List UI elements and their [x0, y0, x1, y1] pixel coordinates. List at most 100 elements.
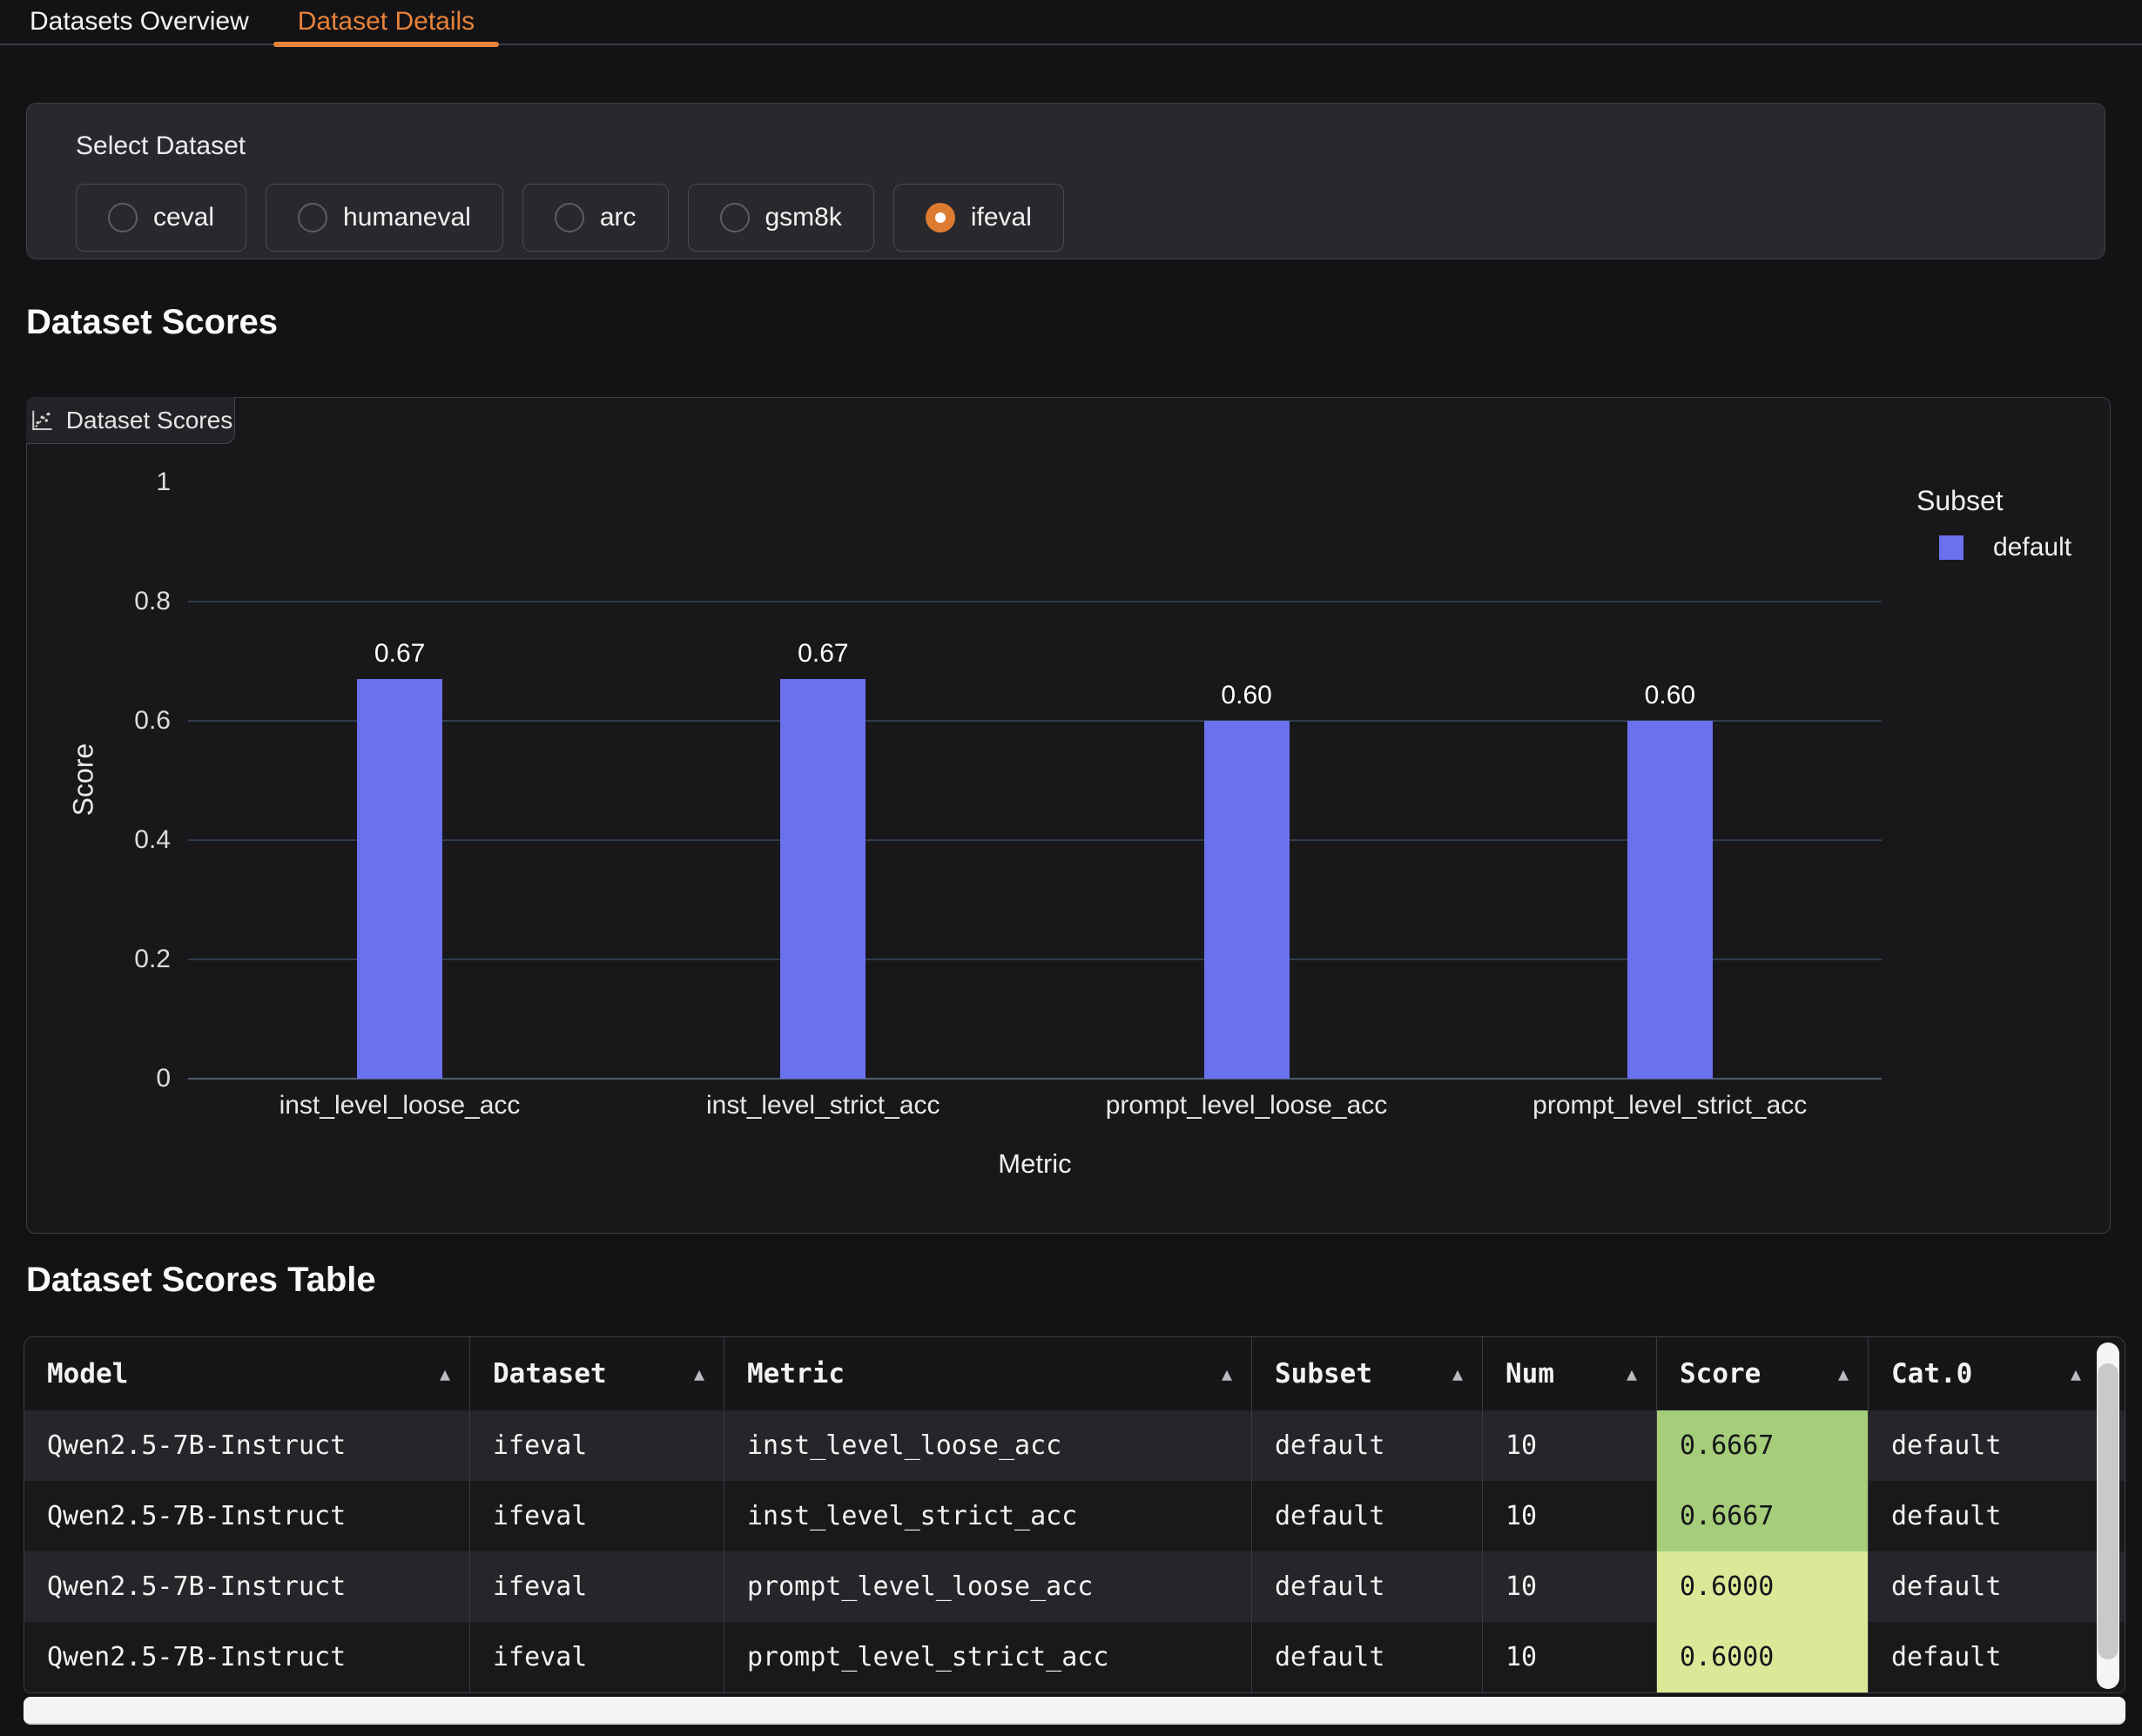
dataset-radio-ceval[interactable]: ceval	[76, 184, 246, 252]
x-axis-title: Metric	[188, 1148, 1882, 1180]
dataset-scores-table: Model▲Dataset▲Metric▲Subset▲Num▲Score▲Ca…	[24, 1336, 2125, 1693]
chart-panel-tab-label: Dataset Scores	[66, 407, 232, 434]
dataset-radio-arc[interactable]: arc	[522, 184, 669, 252]
table-row: Qwen2.5-7B-Instructifevalprompt_level_lo…	[24, 1551, 2125, 1622]
column-header-label: Cat.0	[1891, 1358, 1972, 1389]
dataset-radio-gsm8k[interactable]: gsm8k	[688, 184, 874, 252]
table-row: Qwen2.5-7B-Instructifevalinst_level_loos…	[24, 1410, 2125, 1481]
column-header-label: Num	[1505, 1358, 1554, 1389]
y-tick-label: 0.8	[31, 587, 171, 616]
sort-asc-icon: ▲	[1838, 1363, 1849, 1384]
cell-score: 0.6667	[1657, 1481, 1869, 1551]
column-header-cat-0[interactable]: Cat.0 ▲	[1869, 1337, 2100, 1410]
cell-dataset: ifeval	[470, 1551, 724, 1622]
cell-score: 0.6000	[1657, 1622, 1869, 1692]
x-tick-label-prompt-level-loose-acc: prompt_level_loose_acc	[1035, 1091, 1458, 1120]
radio-label: ifeval	[971, 203, 1032, 232]
column-header-label: Dataset	[493, 1358, 607, 1389]
column-header-label: Metric	[747, 1358, 845, 1389]
dataset-scores-table-heading: Dataset Scores Table	[26, 1261, 376, 1300]
bar-inst-level-loose-acc	[357, 679, 442, 1079]
sort-asc-icon: ▲	[1627, 1363, 1637, 1384]
legend-swatch	[1939, 535, 1964, 560]
tab-bar: Datasets OverviewDataset Details	[0, 0, 2142, 45]
bar-value-label: 0.60	[1583, 681, 1757, 710]
x-tick-label-prompt-level-strict-acc: prompt_level_strict_acc	[1458, 1091, 1882, 1120]
cell-metric: prompt_level_strict_acc	[724, 1622, 1252, 1692]
bar-value-label: 0.67	[736, 639, 910, 669]
cell-model: Qwen2.5-7B-Instruct	[24, 1551, 470, 1622]
column-header-num[interactable]: Num ▲	[1483, 1337, 1657, 1410]
radio-circle-icon	[108, 203, 138, 232]
radio-label: ceval	[153, 203, 214, 232]
cell-metric: prompt_level_loose_acc	[724, 1551, 1252, 1622]
cell-score: 0.6667	[1657, 1410, 1869, 1481]
cell-model: Qwen2.5-7B-Instruct	[24, 1410, 470, 1481]
cell-num: 10	[1483, 1481, 1657, 1551]
sort-asc-icon: ▲	[1222, 1363, 1232, 1384]
cell-subset: default	[1252, 1410, 1483, 1481]
cell-subset: default	[1252, 1551, 1483, 1622]
y-tick-label: 0.2	[31, 945, 171, 974]
cell-num: 10	[1483, 1410, 1657, 1481]
dataset-radio-ifeval[interactable]: ifeval	[893, 184, 1064, 252]
radio-circle-icon	[926, 203, 955, 232]
dataset-scores-heading: Dataset Scores	[26, 303, 278, 342]
tab-datasets-overview[interactable]: Datasets Overview	[5, 0, 273, 44]
select-dataset-panel: Select Dataset ceval humaneval arc gsm8k ife…	[26, 103, 2105, 259]
dataset-radio-group: ceval humaneval arc gsm8k ifeval	[76, 184, 1064, 252]
dataset-scores-chart-panel: Dataset Scores Score 00.20.40.60.81 0.67…	[26, 397, 2111, 1234]
bar-inst-level-strict-acc	[780, 679, 866, 1079]
cell-model: Qwen2.5-7B-Instruct	[24, 1622, 470, 1692]
vertical-scrollbar-thumb[interactable]	[2098, 1363, 2118, 1659]
column-header-dataset[interactable]: Dataset ▲	[470, 1337, 724, 1410]
bar-value-label: 0.67	[313, 639, 487, 669]
x-axis: inst_level_loose_accinst_level_strict_ac…	[188, 1091, 1882, 1126]
cell-cat0: default	[1869, 1481, 2100, 1551]
table-vertical-scrollbar[interactable]	[2097, 1342, 2119, 1689]
column-header-model[interactable]: Model ▲	[24, 1337, 470, 1410]
table-body: Qwen2.5-7B-Instructifevalinst_level_loos…	[24, 1410, 2125, 1692]
table-horizontal-scrollbar[interactable]	[24, 1697, 2125, 1725]
y-axis: 00.20.40.60.81	[27, 482, 179, 1079]
radio-circle-icon	[298, 203, 327, 232]
select-dataset-label: Select Dataset	[76, 131, 246, 161]
column-header-metric[interactable]: Metric ▲	[724, 1337, 1252, 1410]
column-header-subset[interactable]: Subset▲	[1252, 1337, 1483, 1410]
cell-cat0: default	[1869, 1410, 2100, 1481]
tab-dataset-details[interactable]: Dataset Details	[273, 0, 499, 44]
cell-subset: default	[1252, 1622, 1483, 1692]
x-tick-label-inst-level-loose-acc: inst_level_loose_acc	[188, 1091, 611, 1120]
legend-title: Subset	[1916, 485, 2071, 517]
gridline-0.8	[188, 601, 1882, 602]
legend-entry-default[interactable]: default	[1939, 533, 2071, 562]
cell-score: 0.6000	[1657, 1551, 1869, 1622]
cell-model: Qwen2.5-7B-Instruct	[24, 1481, 470, 1551]
chart-panel-tab[interactable]: Dataset Scores	[26, 397, 235, 444]
bar-prompt-level-strict-acc	[1627, 721, 1713, 1079]
column-header-score[interactable]: Score▲	[1657, 1337, 1869, 1410]
radio-label: arc	[600, 203, 637, 232]
chart-legend: Subset default	[1916, 485, 2071, 562]
y-tick-label: 1	[31, 468, 171, 497]
sort-asc-icon: ▲	[694, 1363, 704, 1384]
radio-label: humaneval	[343, 203, 471, 232]
cell-num: 10	[1483, 1622, 1657, 1692]
column-header-label: Model	[47, 1358, 128, 1389]
table-row: Qwen2.5-7B-Instructifevalinst_level_stri…	[24, 1481, 2125, 1551]
table-header-row: Model▲Dataset▲Metric▲Subset▲Num▲Score▲Ca…	[24, 1337, 2125, 1410]
dataset-radio-humaneval[interactable]: humaneval	[266, 184, 503, 252]
cell-dataset: ifeval	[470, 1410, 724, 1481]
y-tick-label: 0.4	[31, 825, 171, 855]
sort-asc-icon: ▲	[440, 1363, 450, 1384]
radio-label: gsm8k	[765, 203, 842, 232]
radio-circle-icon	[720, 203, 750, 232]
cell-cat0: default	[1869, 1622, 2100, 1692]
bar-prompt-level-loose-acc	[1204, 721, 1290, 1079]
cell-cat0: default	[1869, 1551, 2100, 1622]
radio-circle-icon	[555, 203, 584, 232]
x-tick-label-inst-level-strict-acc: inst_level_strict_acc	[611, 1091, 1034, 1120]
sort-asc-icon: ▲	[2071, 1363, 2081, 1384]
y-tick-label: 0	[31, 1064, 171, 1093]
sort-asc-icon: ▲	[1452, 1363, 1463, 1384]
